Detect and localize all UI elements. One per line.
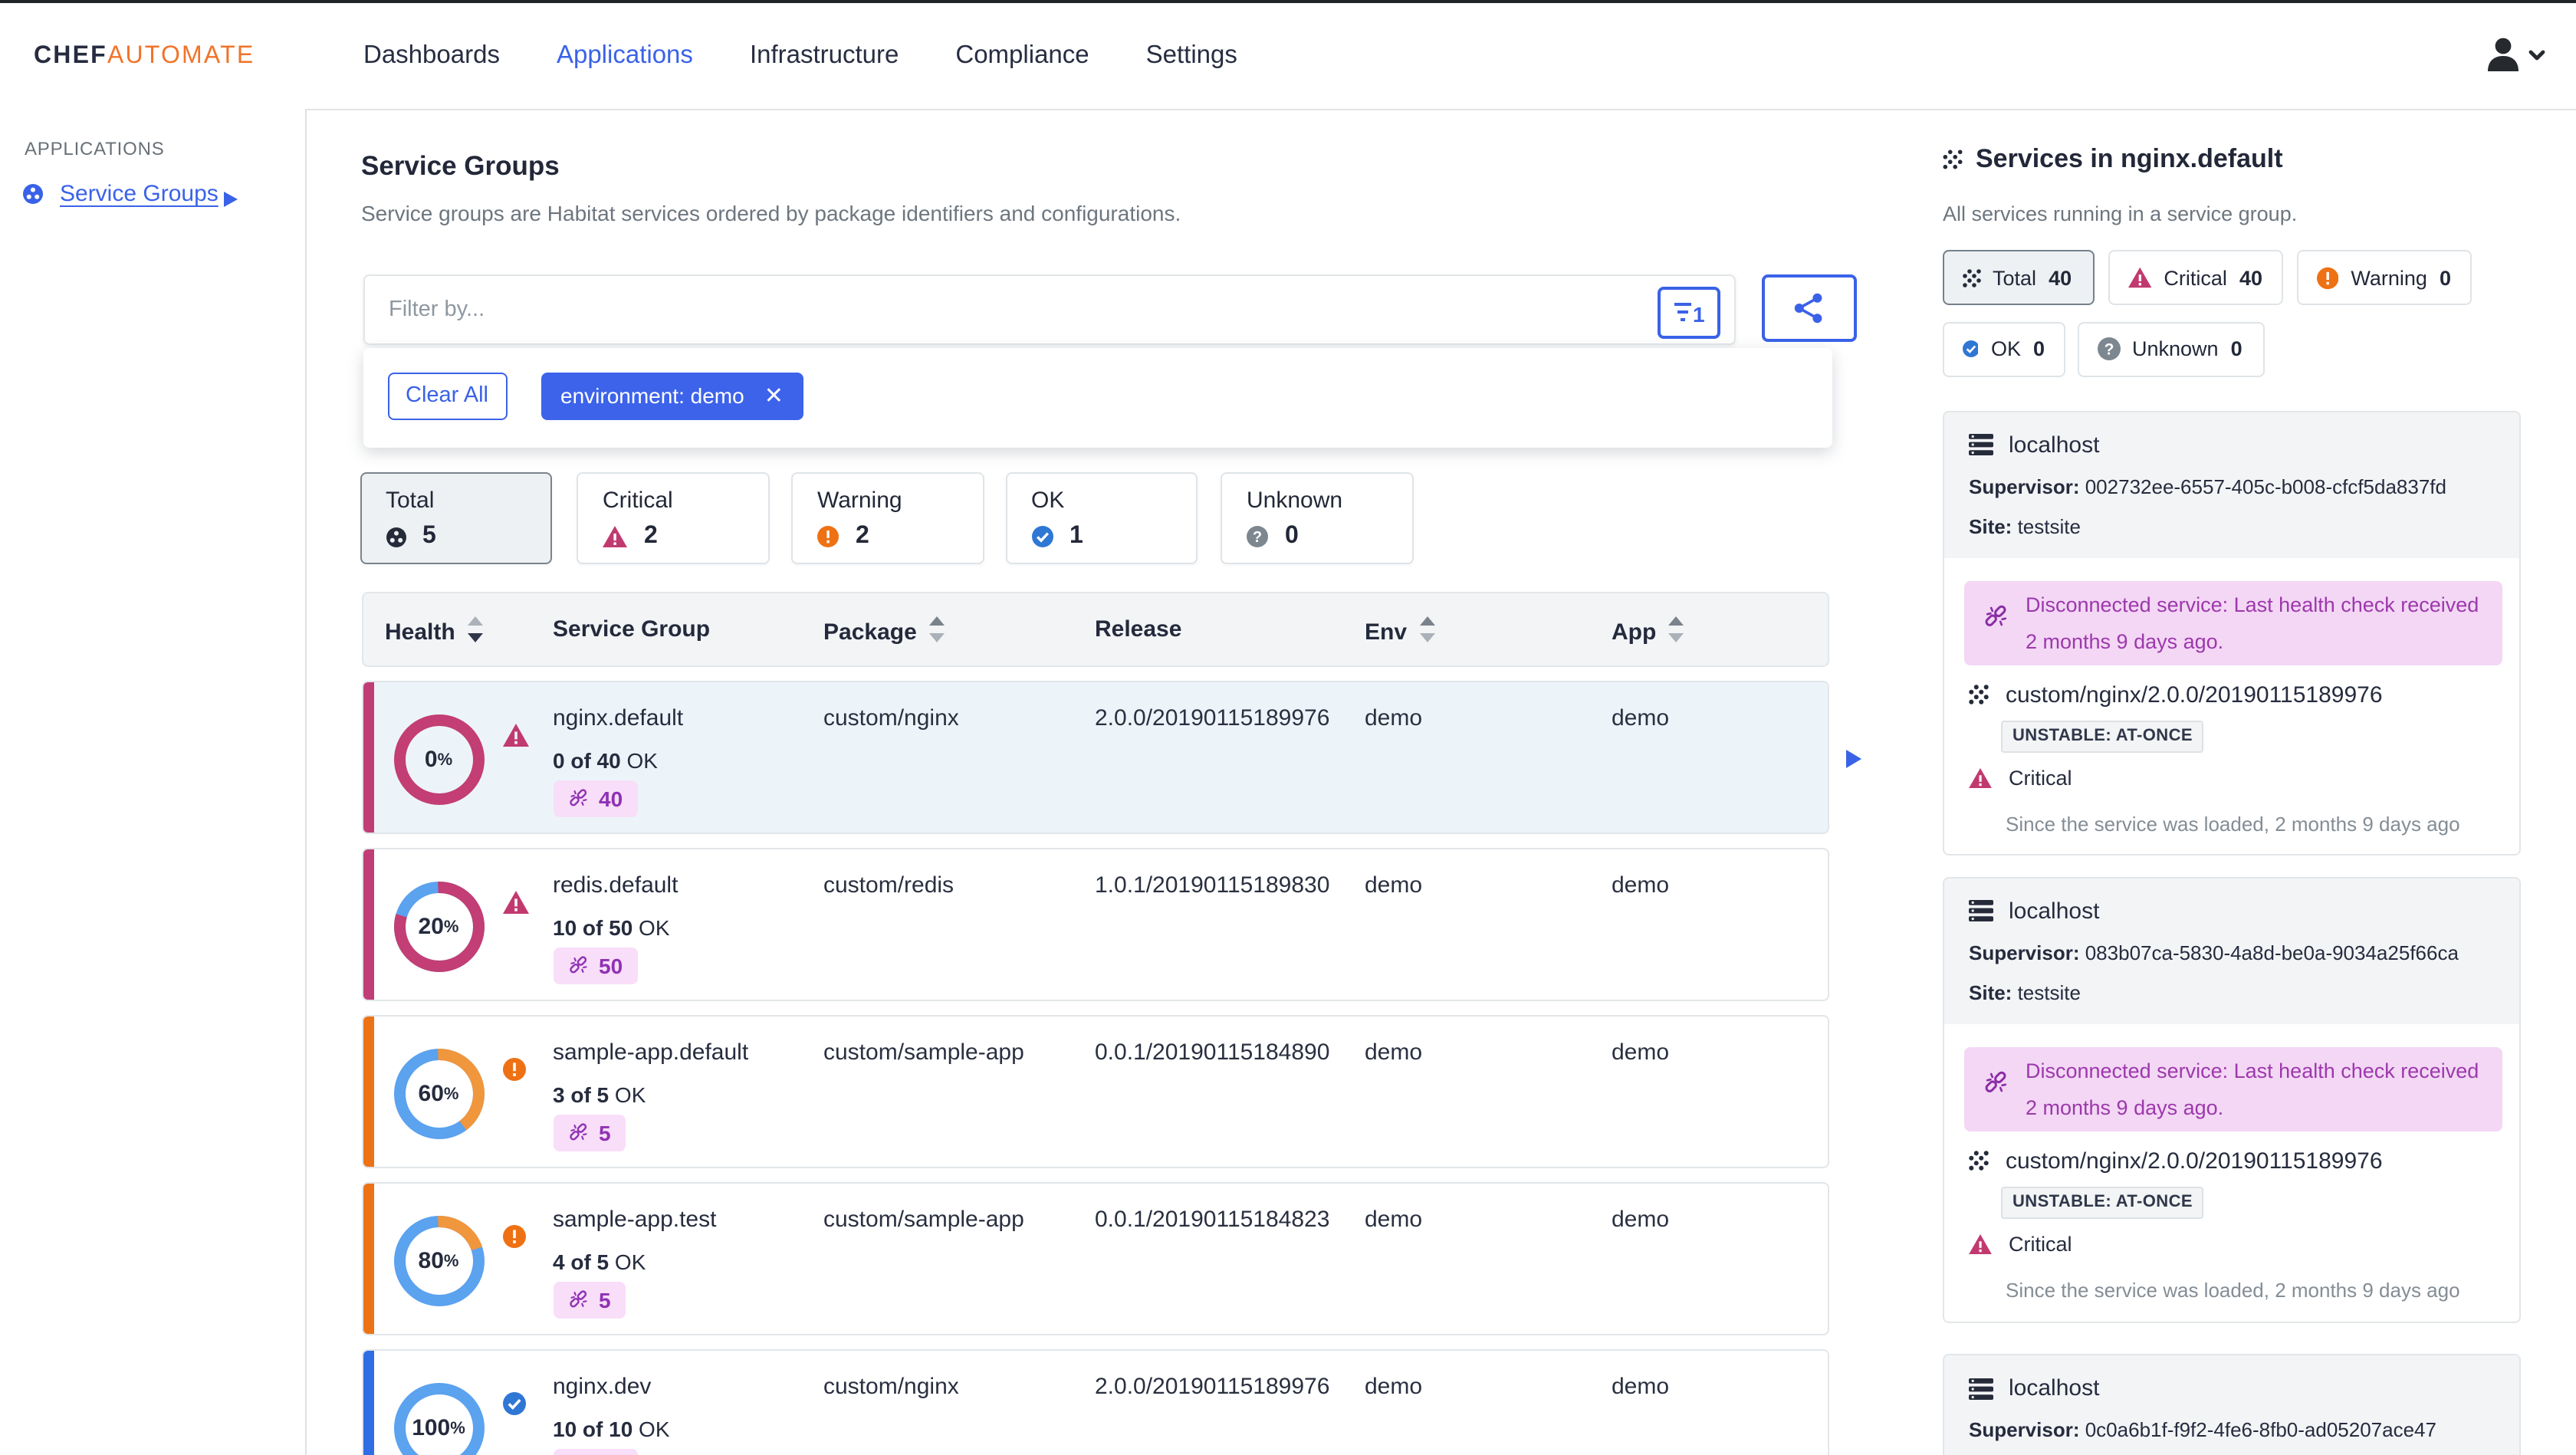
svg-text:?: ? — [2104, 340, 2114, 358]
svg-text:?: ? — [1253, 529, 1262, 546]
svg-text:1: 1 — [1692, 303, 1704, 325]
